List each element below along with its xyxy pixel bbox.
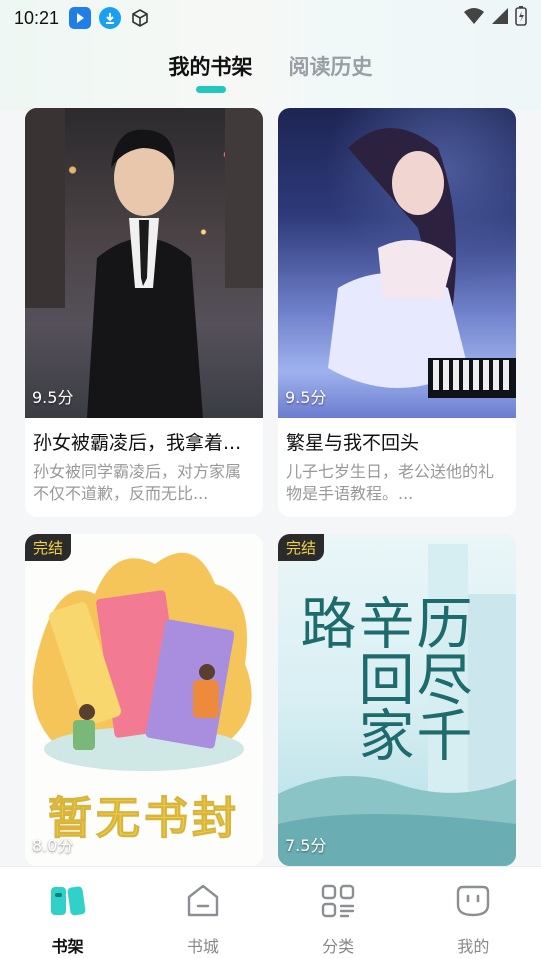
nav-label: 书架 [51,937,84,956]
book-score: 7.5分 [285,836,327,855]
status-time: 10:21 [14,7,60,28]
book-title: 繁星与我不回头 [286,432,420,454]
book-cover[interactable]: 9.5分 [278,108,516,418]
book-cover[interactable]: 9.5分 [25,108,263,418]
nav-bookstore[interactable]: 书城 [135,867,270,959]
book-card[interactable]: 暂无书封 完结 8.0分 [25,534,263,866]
tab-label: 我的书架 [168,55,253,79]
wifi-icon [463,7,485,29]
tab-label: 阅读历史 [288,55,373,79]
book-score: 9.5分 [285,388,327,407]
book-description: 孙女被同学霸凌后，对方家属不仅不道歉，反而无比... [33,462,242,503]
finished-badge: 完结 [25,534,72,561]
book-cover[interactable]: 暂无书封 完结 8.0分 [25,534,263,866]
nav-profile[interactable]: 我的 [406,867,541,959]
book-card[interactable]: 9.5分 孙女被霸凌后，我拿着... 孙女被同学霸凌后，对方家属不仅不道歉，反而… [25,108,263,517]
download-icon [99,7,122,29]
battery-icon [515,6,527,30]
tab-active-indicator [195,86,226,93]
nav-category[interactable]: 分类 [271,867,406,959]
book-title: 孙女被霸凌后，我拿着... [33,432,242,454]
nav-label: 书城 [186,937,219,956]
nav-bookshelf[interactable]: 书架 [0,867,135,959]
bookshelf-icon [48,883,88,923]
category-icon [320,883,356,923]
book-cover[interactable]: 历尽千辛回家路 完结 7.5分 [278,534,516,866]
status-bar: 10:21 [0,0,541,36]
cube-icon [129,7,151,29]
book-score: 9.5分 [32,388,74,407]
finished-badge: 完结 [278,534,325,561]
tab-reading-history[interactable]: 阅读历史 [289,52,373,96]
nav-label: 我的 [457,937,490,956]
signal-icon [491,7,509,29]
book-description: 儿子七岁生日，老公送他的礼物是手语教程。... [286,462,495,503]
book-card[interactable]: 9.5分 繁星与我不回头 儿子七岁生日，老公送他的礼物是手语教程。... [278,108,516,517]
book-card[interactable]: 历尽千辛回家路 完结 7.5分 [278,534,516,866]
cover-title-art: 历尽千辛回家路 [291,594,472,762]
nav-label: 分类 [322,937,355,956]
cover-illustration [328,128,516,398]
tab-my-bookshelf[interactable]: 我的书架 [169,52,253,96]
book-score: 8.0分 [32,836,74,855]
shelf-tabs: 我的书架 阅读历史 [0,52,541,96]
app-notification-icon [69,7,92,29]
cover-illustration [25,108,263,418]
profile-icon [455,883,491,923]
bookstore-icon [185,883,221,923]
bottom-navigation: 书架 书城 分类 我的 [0,866,541,959]
